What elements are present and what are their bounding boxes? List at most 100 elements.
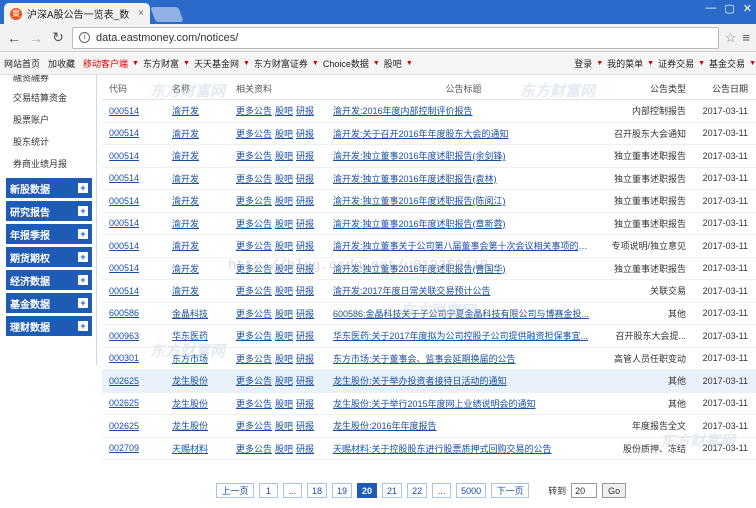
stock-name-link[interactable]: 渝开发: [144, 284, 206, 297]
address-bar[interactable]: i data.eastmoney.com/notices/: [72, 26, 719, 49]
stock-name-link[interactable]: 渝开发: [144, 239, 206, 252]
more-notices-link[interactable]: 更多公告: [236, 354, 272, 364]
address-text[interactable]: data.eastmoney.com/notices/: [96, 32, 238, 44]
more-notices-link[interactable]: 更多公告: [236, 421, 272, 431]
stock-name-link[interactable]: 龙生股份: [144, 374, 208, 387]
stock-code-link[interactable]: 000514: [102, 106, 144, 116]
stock-code-link[interactable]: 000514: [102, 263, 144, 273]
page-number-button[interactable]: 22: [407, 483, 428, 498]
site-nav-item[interactable]: 我的菜单: [603, 57, 647, 70]
notice-title-link[interactable]: 渝开发:独立董事2016年度述职报告(曹国华): [332, 262, 594, 275]
more-notices-link[interactable]: 更多公告: [236, 196, 272, 206]
guba-link[interactable]: 股吧: [275, 376, 293, 386]
notice-title-link[interactable]: 天赐材料:关于控股股东进行股票质押式回购交易的公告: [332, 442, 594, 455]
close-window-icon[interactable]: ✕: [743, 2, 752, 15]
stock-code-link[interactable]: 002625: [102, 421, 144, 431]
site-nav-item[interactable]: 登录: [570, 57, 596, 70]
prev-page-button[interactable]: 上一页: [216, 483, 254, 498]
sidebar-category[interactable]: 新股数据 +: [6, 178, 92, 198]
stock-code-link[interactable]: 000514: [102, 218, 144, 228]
page-number-button[interactable]: 5000: [456, 483, 487, 498]
research-link[interactable]: 研报: [296, 399, 314, 409]
site-nav-item[interactable]: 股吧: [380, 57, 406, 70]
stock-code-link[interactable]: 000301: [102, 353, 144, 363]
minimize-icon[interactable]: —: [705, 2, 716, 15]
site-nav-item[interactable]: 移动客户端: [79, 57, 132, 70]
stock-code-link[interactable]: 000514: [102, 151, 144, 161]
notice-title-link[interactable]: 渝开发:独立董事2016年度述职报告(章新蓉): [332, 217, 594, 230]
browser-menu-icon[interactable]: ≡: [742, 30, 750, 45]
reload-icon[interactable]: ↻: [50, 29, 66, 46]
research-link[interactable]: 研报: [296, 444, 314, 454]
sidebar-category[interactable]: 经济数据 +: [6, 270, 92, 290]
stock-code-link[interactable]: 600586: [102, 308, 144, 318]
stock-code-link[interactable]: 000514: [102, 241, 144, 251]
expand-plus-icon[interactable]: +: [78, 229, 88, 239]
research-link[interactable]: 研报: [296, 421, 314, 431]
more-notices-link[interactable]: 更多公告: [236, 106, 272, 116]
guba-link[interactable]: 股吧: [275, 286, 293, 296]
expand-plus-icon[interactable]: +: [78, 206, 88, 216]
stock-name-link[interactable]: 渝开发: [144, 217, 206, 230]
notice-title-link[interactable]: 渝开发:独立董事2016年度述职报告(余剑锋): [332, 149, 594, 162]
guba-link[interactable]: 股吧: [275, 399, 293, 409]
guba-link[interactable]: 股吧: [275, 129, 293, 139]
research-link[interactable]: 研报: [296, 354, 314, 364]
expand-plus-icon[interactable]: +: [78, 321, 88, 331]
notice-title-link[interactable]: 华东医药:关于2017年度拟为公司控股子公司提供融资担保事宜...: [332, 329, 594, 342]
sidebar-category[interactable]: 基金数据 +: [6, 293, 92, 313]
more-notices-link[interactable]: 更多公告: [236, 241, 272, 251]
stock-name-link[interactable]: 金晶科技: [144, 307, 208, 320]
more-notices-link[interactable]: 更多公告: [236, 331, 272, 341]
sidebar-category[interactable]: 期货期权 +: [6, 247, 92, 267]
more-notices-link[interactable]: 更多公告: [236, 219, 272, 229]
notice-title-link[interactable]: 渝开发:关于召开2016年年度股东大会的通知: [332, 127, 594, 140]
sidebar-category[interactable]: 理财数据 +: [6, 316, 92, 336]
more-notices-link[interactable]: 更多公告: [236, 174, 272, 184]
notice-title-link[interactable]: 龙生股份:2016年年度报告: [332, 419, 594, 432]
more-notices-link[interactable]: 更多公告: [236, 309, 272, 319]
guba-link[interactable]: 股吧: [275, 354, 293, 364]
guba-link[interactable]: 股吧: [275, 264, 293, 274]
guba-link[interactable]: 股吧: [275, 219, 293, 229]
site-nav-item[interactable]: Choice数据: [319, 57, 373, 70]
info-icon[interactable]: i: [79, 32, 90, 43]
site-nav-item[interactable]: 基金交易: [705, 57, 749, 70]
site-nav-item[interactable]: 天天基金网: [190, 57, 243, 70]
notice-title-link[interactable]: 渝开发:2016年度内部控制评价报告: [332, 104, 594, 117]
stock-code-link[interactable]: 002709: [102, 443, 144, 453]
stock-name-link[interactable]: 渝开发: [144, 262, 206, 275]
stock-code-link[interactable]: 000514: [102, 286, 144, 296]
page-number-button[interactable]: 19: [332, 483, 353, 498]
stock-name-link[interactable]: 渝开发: [144, 194, 206, 207]
notice-title-link[interactable]: 龙生股份:关于举办投资者接待日活动的通知: [332, 374, 594, 387]
stock-name-link[interactable]: 华东医药: [144, 329, 208, 342]
stock-name-link[interactable]: 东方市场: [144, 352, 208, 365]
maximize-icon[interactable]: ▢: [724, 2, 734, 15]
browser-tab[interactable]: 東 沪深A股公告一览表_数 ×: [4, 3, 150, 24]
research-link[interactable]: 研报: [296, 151, 314, 161]
research-link[interactable]: 研报: [296, 219, 314, 229]
notice-title-link[interactable]: 龙生股份:关于举行2015年度网上业绩说明会的通知: [332, 397, 594, 410]
notice-title-link[interactable]: 渝开发:独立董事2016年度述职报告(陈阅江): [332, 194, 594, 207]
more-notices-link[interactable]: 更多公告: [236, 264, 272, 274]
page-number-button[interactable]: 21: [382, 483, 403, 498]
guba-link[interactable]: 股吧: [275, 331, 293, 341]
sidebar-category[interactable]: 年报季报 +: [6, 224, 92, 244]
notice-title-link[interactable]: 东方市场:关于董事会、监事会延期换届的公告: [332, 352, 594, 365]
sidebar-category[interactable]: 研究报告 +: [6, 201, 92, 221]
go-button[interactable]: Go: [602, 483, 627, 498]
guba-link[interactable]: 股吧: [275, 421, 293, 431]
next-page-button[interactable]: 下一页: [491, 483, 530, 498]
stock-name-link[interactable]: 渝开发: [144, 172, 206, 185]
sidebar-link[interactable]: 股票账户: [0, 109, 96, 131]
guba-link[interactable]: 股吧: [275, 174, 293, 184]
notice-title-link[interactable]: 渝开发:2017年度日常关联交易预计公告: [332, 284, 594, 297]
guba-link[interactable]: 股吧: [275, 444, 293, 454]
expand-plus-icon[interactable]: +: [78, 252, 88, 262]
more-notices-link[interactable]: 更多公告: [236, 444, 272, 454]
site-nav-item[interactable]: 证券交易: [654, 57, 698, 70]
research-link[interactable]: 研报: [296, 174, 314, 184]
more-notices-link[interactable]: 更多公告: [236, 376, 272, 386]
notice-title-link[interactable]: 600586:金晶科技关于子公司宁夏金晶科技有限公司与博赛金投...: [332, 307, 594, 320]
